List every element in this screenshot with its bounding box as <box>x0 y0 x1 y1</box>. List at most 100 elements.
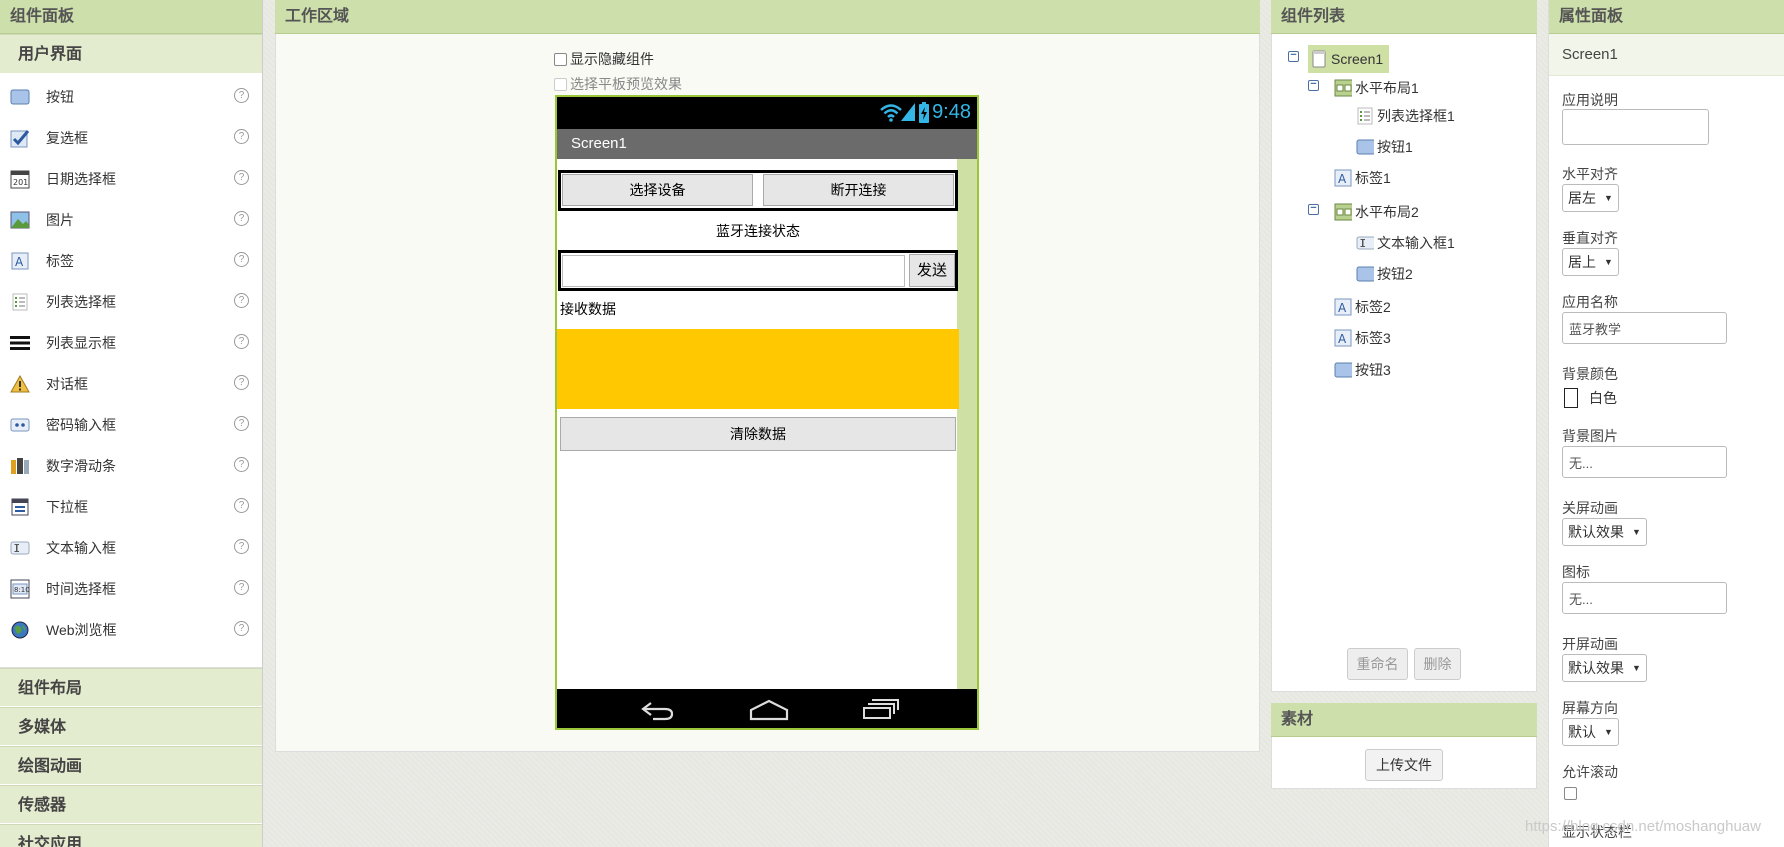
label-icon: A <box>1334 298 1352 316</box>
battery-icon <box>919 102 929 126</box>
palette-item-date-picker[interactable]: 201 日期选择框 ? <box>0 158 262 199</box>
collapse-toggle-screen[interactable]: − <box>1288 50 1299 62</box>
delete-button[interactable]: 删除 <box>1414 648 1461 680</box>
horizontal-layout-1[interactable]: 选择设备 断开连接 <box>558 170 958 211</box>
tree-node-button-3[interactable]: 按钮3 <box>1334 357 1391 383</box>
help-icon[interactable]: ? <box>234 539 249 554</box>
svg-text:201: 201 <box>13 178 28 187</box>
clear-data-button[interactable]: 清除数据 <box>560 417 956 451</box>
horizontal-layout-2[interactable]: 发送 <box>558 250 958 291</box>
help-icon[interactable]: ? <box>234 375 249 390</box>
prop-scrollable-checkbox[interactable] <box>1564 787 1577 800</box>
tablet-preview-checkbox[interactable]: 选择平板预览效果 <box>554 74 682 94</box>
palette-item-list-view[interactable]: 列表显示框 ? <box>0 322 262 363</box>
palette-item-time-picker[interactable]: 8:10 时间选择框 ? <box>0 568 262 609</box>
back-icon[interactable] <box>639 699 675 724</box>
collapse-toggle-hl1[interactable]: − <box>1308 79 1319 91</box>
list-view-icon <box>10 333 30 353</box>
rename-button[interactable]: 重命名 <box>1347 648 1408 680</box>
help-icon[interactable]: ? <box>234 211 249 226</box>
prop-app-name-label: 应用名称 <box>1562 294 1618 310</box>
palette-item-image[interactable]: 图片 ? <box>0 199 262 240</box>
prop-icon-label: 图标 <box>1562 564 1590 580</box>
help-icon[interactable]: ? <box>234 129 249 144</box>
checkbox-box[interactable] <box>554 77 567 91</box>
phone-title-bar: Screen1 <box>557 129 977 159</box>
password-icon <box>10 415 30 435</box>
prop-app-name-input[interactable]: 蓝牙教学 <box>1562 312 1727 344</box>
category-sensors[interactable]: 传感器 <box>0 785 262 824</box>
collapse-toggle-hl2[interactable]: − <box>1308 203 1319 215</box>
category-media[interactable]: 多媒体 <box>0 707 262 746</box>
palette-item-textbox[interactable]: 文本输入框 ? <box>0 527 262 568</box>
dropdown-caret-icon: ▼ <box>1632 663 1641 673</box>
tree-node-list-picker-1[interactable]: 列表选择框1 <box>1356 103 1455 129</box>
horizontal-layout-icon <box>1334 203 1352 221</box>
prop-bg-image-input[interactable]: 无... <box>1562 446 1727 478</box>
dropdown-caret-icon: ▼ <box>1632 527 1641 537</box>
prop-open-anim-select[interactable]: 默认效果 ▼ <box>1562 654 1647 682</box>
prop-close-anim-select[interactable]: 默认效果 ▼ <box>1562 518 1647 546</box>
recent-apps-icon[interactable] <box>862 698 900 723</box>
tree-node-button-1[interactable]: 按钮1 <box>1356 134 1413 160</box>
category-layout[interactable]: 组件布局 <box>0 668 262 707</box>
textbox-icon <box>1356 234 1374 252</box>
palette-item-spinner[interactable]: 下拉框 ? <box>0 486 262 527</box>
prop-about-textarea[interactable] <box>1562 109 1709 145</box>
prop-about-label: 应用说明 <box>1562 92 1618 108</box>
media-title: 素材 <box>1271 703 1537 737</box>
select-device-button[interactable]: 选择设备 <box>562 174 753 206</box>
image-icon <box>10 210 30 230</box>
palette-item-checkbox[interactable]: 复选框 ? <box>0 117 262 158</box>
help-icon[interactable]: ? <box>234 170 249 185</box>
checkbox-box[interactable] <box>554 52 567 66</box>
help-icon[interactable]: ? <box>234 457 249 472</box>
palette-item-label[interactable]: A 标签 ? <box>0 240 262 281</box>
palette-item-password[interactable]: 密码输入框 ? <box>0 404 262 445</box>
category-social[interactable]: 社交应用 <box>0 824 262 847</box>
category-user-interface[interactable]: 用户界面 <box>0 34 262 74</box>
prop-align-h-label: 水平对齐 <box>1562 166 1618 182</box>
help-icon[interactable]: ? <box>234 580 249 595</box>
label-icon: A <box>1334 329 1352 347</box>
tree-node-horizontal-layout-2[interactable]: 水平布局2 <box>1334 199 1419 225</box>
upload-file-button[interactable]: 上传文件 <box>1365 749 1443 781</box>
palette-item-list-picker[interactable]: 列表选择框 ? <box>0 281 262 322</box>
calendar-icon: 201 <box>10 169 30 189</box>
palette-item-notifier[interactable]: 对话框 ? <box>0 363 262 404</box>
help-icon[interactable]: ? <box>234 334 249 349</box>
tree-node-label-2[interactable]: A 标签2 <box>1334 294 1391 320</box>
help-icon[interactable]: ? <box>234 88 249 103</box>
tree-node-horizontal-layout-1[interactable]: 水平布局1 <box>1334 75 1419 101</box>
prop-orientation-select[interactable]: 默认 ▼ <box>1562 718 1619 746</box>
tree-node-textbox-1[interactable]: 文本输入框1 <box>1356 230 1455 256</box>
tree-node-button-2[interactable]: 按钮2 <box>1356 261 1413 287</box>
home-icon[interactable] <box>749 699 789 724</box>
work-area-title: 工作区域 <box>275 0 1260 34</box>
send-button[interactable]: 发送 <box>909 254 955 287</box>
help-icon[interactable]: ? <box>234 252 249 267</box>
help-icon[interactable]: ? <box>234 416 249 431</box>
palette-item-slider[interactable]: 数字滑动条 ? <box>0 445 262 486</box>
palette-item-web-viewer[interactable]: Web浏览框 ? <box>0 609 262 650</box>
palette-item-button[interactable]: 按钮 ? <box>0 76 262 117</box>
prop-align-v-select[interactable]: 居上 ▼ <box>1562 248 1619 276</box>
bt-status-label: 蓝牙连接状态 <box>716 223 800 239</box>
phone-preview: 9:48 Screen1 选择设备 断开连接 蓝牙连接状态 发送 接收数据 清除… <box>555 95 979 730</box>
show-hidden-checkbox[interactable]: 显示隐藏组件 <box>554 49 654 69</box>
horizontal-layout-icon <box>1334 79 1352 97</box>
tree-node-label-3[interactable]: A 标签3 <box>1334 325 1391 351</box>
prop-bg-color-picker[interactable]: 白色 <box>1564 388 1617 408</box>
phone-scrollbar[interactable] <box>957 159 977 689</box>
prop-icon-input[interactable]: 无... <box>1562 582 1727 614</box>
prop-align-h-select[interactable]: 居左 ▼ <box>1562 184 1619 212</box>
category-drawing-animation[interactable]: 绘图动画 <box>0 746 262 785</box>
tree-node-label-1[interactable]: A 标签1 <box>1334 165 1391 191</box>
tree-node-screen1[interactable]: Screen1 <box>1308 45 1390 73</box>
palette-title: 组件面板 <box>0 0 262 34</box>
help-icon[interactable]: ? <box>234 621 249 636</box>
send-text-input[interactable] <box>562 255 905 287</box>
disconnect-button[interactable]: 断开连接 <box>763 174 954 206</box>
help-icon[interactable]: ? <box>234 293 249 308</box>
help-icon[interactable]: ? <box>234 498 249 513</box>
